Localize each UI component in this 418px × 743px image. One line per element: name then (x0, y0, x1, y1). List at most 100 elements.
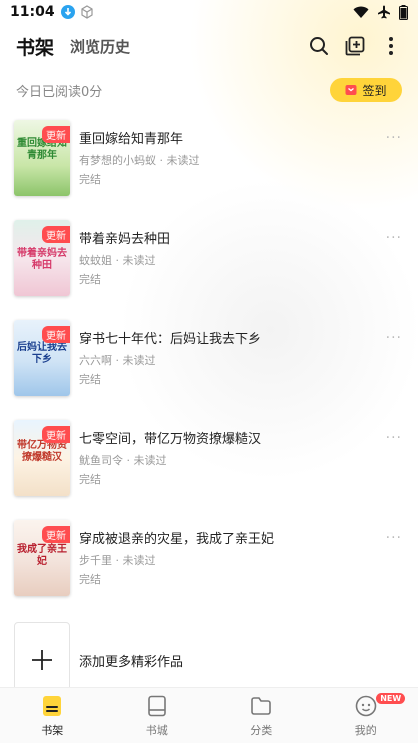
read-progress: 未读过 (122, 254, 156, 267)
update-badge: 更新 (42, 126, 70, 143)
cover-title: 后妈让我去下乡 (17, 342, 67, 365)
book-info: 七零空间，带亿万物资撩爆糙汉 鱿鱼司令 · 未读过 完结 (79, 420, 369, 487)
book-author: 鱿鱼司令 (79, 454, 123, 467)
more-vertical-icon (389, 37, 393, 55)
plus-icon (32, 650, 52, 670)
folder-icon (249, 694, 273, 718)
meta-separator: · (156, 154, 167, 167)
cover-title: 带着亲妈去种田 (17, 248, 67, 271)
header-actions (308, 35, 402, 57)
new-badge: NEW (376, 693, 406, 704)
update-badge: 更新 (42, 526, 70, 543)
book-author: 有梦想的小蚂蚁 (79, 154, 156, 167)
book-item[interactable]: 带着亲妈去种田 更新 带着亲妈去种田 蚊蚊姐 · 未读过 完结 ··· (0, 220, 418, 320)
book-meta: 蚊蚊姐 · 未读过 (79, 254, 369, 268)
meta-separator: · (112, 354, 123, 367)
tab-label: 书架 (41, 723, 64, 737)
tab-category-nav[interactable]: 分类 (209, 688, 314, 743)
checkin-button[interactable]: 签到 (330, 78, 402, 102)
tab-browse-history[interactable]: 浏览历史 (70, 36, 130, 57)
status-time: 11:04 (10, 4, 55, 20)
book-meta: 有梦想的小蚂蚁 · 未读过 (79, 154, 369, 168)
update-badge: 更新 (42, 326, 70, 343)
status-notification-icons (60, 5, 94, 19)
book-title: 穿成被退亲的灾星，我成了亲王妃 (79, 532, 275, 547)
header: 书架 浏览历史 (0, 28, 418, 64)
book-info: 穿成被退亲的灾星，我成了亲王妃 步千里 · 未读过 完结 (79, 520, 369, 587)
book-item[interactable]: 重回嫁给知青那年 更新 重回嫁给知青那年 有梦想的小蚂蚁 · 未读过 完结 ··… (0, 120, 418, 220)
book-author: 蚊蚊姐 (79, 254, 112, 267)
profile-face-icon (354, 694, 378, 718)
book-more-button[interactable]: ··· (386, 330, 402, 346)
wifi-icon (353, 6, 369, 18)
book-cover: 带亿万物资撩爆糙汉 更新 (14, 420, 70, 496)
tab-label: 书城 (145, 723, 168, 737)
book-info: 穿书七十年代：后妈让我去下乡 六六啊 · 未读过 完结 (79, 320, 369, 387)
book-meta: 鱿鱼司令 · 未读过 (79, 454, 369, 468)
read-progress: 未读过 (133, 454, 167, 467)
book-list: 重回嫁给知青那年 更新 重回嫁给知青那年 有梦想的小蚂蚁 · 未读过 完结 ··… (0, 120, 418, 700)
gift-icon (345, 85, 357, 95)
tab-label: 我的 (354, 723, 377, 737)
bottom-tab-bar: 书架 书城 分类 我的 NEW (0, 687, 418, 743)
book-title: 七零空间，带亿万物资撩爆糙汉 (79, 432, 262, 447)
book-icon (145, 694, 169, 718)
reading-summary: 今日已阅读0分 签到 (0, 76, 418, 104)
today-reading-time: 今日已阅读0分 (16, 84, 103, 100)
tab-store-nav[interactable]: 书城 (105, 688, 210, 743)
cover-title: 我成了亲王妃 (17, 544, 67, 567)
add-more-label: 添加更多精彩作品 (79, 654, 184, 670)
update-badge: 更新 (42, 426, 70, 443)
book-cover: 我成了亲王妃 更新 (14, 520, 70, 596)
book-more-button[interactable]: ··· (386, 230, 402, 246)
cover-title: 带亿万物资撩爆糙汉 (17, 440, 67, 463)
book-title: 穿书七十年代：后妈让我去下乡 (79, 332, 262, 347)
meta-separator: · (112, 554, 123, 567)
meta-separator: · (123, 454, 134, 467)
book-cover: 后妈让我去下乡 更新 (14, 320, 70, 396)
airplane-icon (378, 5, 390, 19)
search-button[interactable] (308, 35, 330, 57)
book-meta: 六六啊 · 未读过 (79, 354, 369, 368)
tab-mine-nav[interactable]: 我的 NEW (314, 688, 418, 743)
book-status: 完结 (79, 473, 101, 486)
update-badge: 更新 (42, 226, 70, 243)
tab-label: 分类 (250, 723, 273, 737)
book-meta: 步千里 · 未读过 (79, 554, 369, 568)
book-status: 完结 (79, 273, 101, 286)
book-more-button[interactable]: ··· (386, 130, 402, 146)
add-book-icon (345, 36, 365, 56)
book-more-button[interactable]: ··· (386, 530, 402, 546)
book-info: 重回嫁给知青那年 有梦想的小蚂蚁 · 未读过 完结 (79, 120, 369, 187)
book-title: 重回嫁给知青那年 (79, 132, 184, 147)
search-icon (310, 37, 328, 55)
book-item[interactable]: 后妈让我去下乡 更新 穿书七十年代：后妈让我去下乡 六六啊 · 未读过 完结 ·… (0, 320, 418, 420)
cube-icon (80, 5, 93, 19)
status-system-icons (353, 4, 408, 20)
book-item[interactable]: 我成了亲王妃 更新 穿成被退亲的灾星，我成了亲王妃 步千里 · 未读过 完结 ·… (0, 520, 418, 620)
book-more-button[interactable]: ··· (386, 430, 402, 446)
book-item[interactable]: 带亿万物资撩爆糙汉 更新 七零空间，带亿万物资撩爆糙汉 鱿鱼司令 · 未读过 完… (0, 420, 418, 520)
read-progress: 未读过 (122, 354, 156, 367)
book-info: 带着亲妈去种田 蚊蚊姐 · 未读过 完结 (79, 220, 369, 287)
book-cover: 重回嫁给知青那年 更新 (14, 120, 70, 196)
book-status: 完结 (79, 373, 101, 386)
read-progress: 未读过 (166, 154, 200, 167)
tab-bookshelf-nav[interactable]: 书架 (0, 688, 105, 743)
status-bar: 11:04 (0, 0, 418, 24)
book-cover: 带着亲妈去种田 更新 (14, 220, 70, 296)
tab-bookshelf[interactable]: 书架 (16, 33, 54, 60)
download-app-icon (60, 5, 75, 19)
book-author: 步千里 (79, 554, 112, 567)
book-title: 带着亲妈去种田 (79, 232, 171, 247)
import-book-button[interactable] (344, 35, 366, 57)
book-status: 完结 (79, 173, 101, 186)
battery-icon (399, 4, 408, 20)
checkin-label: 签到 (362, 83, 387, 98)
more-menu-button[interactable] (380, 35, 402, 57)
read-progress: 未读过 (122, 554, 156, 567)
book-author: 六六啊 (79, 354, 112, 367)
book-status: 完结 (79, 573, 101, 586)
meta-separator: · (112, 254, 123, 267)
bookshelf-icon (40, 694, 64, 718)
